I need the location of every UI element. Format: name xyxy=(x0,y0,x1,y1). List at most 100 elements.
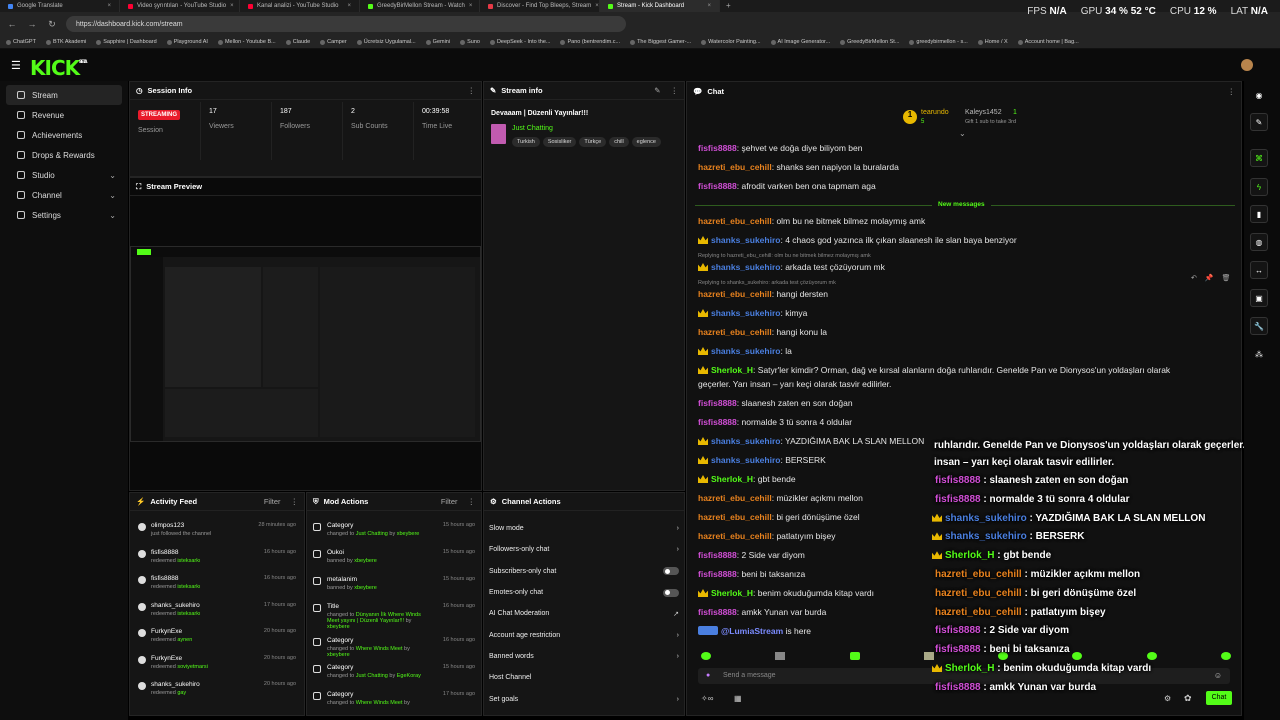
chat-username[interactable]: fisfis8888 xyxy=(698,550,737,560)
channel-action-followers-only-chat[interactable]: Followers-only chat › xyxy=(484,539,684,560)
more-icon[interactable]: ⋮ xyxy=(468,497,476,506)
chat-message[interactable]: fisfis8888: 2 Side var diyom xyxy=(698,550,805,560)
chat-message[interactable]: shanks_sukehiro: kimya xyxy=(698,308,807,318)
bookmark-item[interactable]: greedybirmellon - s... xyxy=(909,39,967,45)
bookmark-item[interactable]: Camper xyxy=(320,39,347,45)
channel-action-emotes-only-chat[interactable]: Emotes-only chat xyxy=(484,582,684,603)
close-tab-icon[interactable]: × xyxy=(707,3,711,9)
user-avatar[interactable] xyxy=(1241,59,1253,71)
activity-user[interactable]: FurkynExe xyxy=(151,655,208,662)
bookmark-item[interactable]: Pano (bentrendim.c... xyxy=(560,39,620,45)
info-icon[interactable]: ◉ xyxy=(1250,86,1268,104)
channel-action-set-goals[interactable]: Set goals › xyxy=(484,688,684,709)
edit-icon[interactable]: ✎ xyxy=(654,86,660,95)
chat-icon[interactable]: ◍ xyxy=(1250,233,1268,251)
emote-icon[interactable] xyxy=(1146,652,1157,660)
trash-icon[interactable]: ▮ xyxy=(1250,205,1268,223)
activity-user[interactable]: FurkynExe xyxy=(151,628,192,635)
chat-message[interactable]: shanks_sukehiro: 4 chaos god yazınca ilk… xyxy=(698,235,1017,245)
chat-message[interactable]: fisfis8888: slaanesh zaten en son doğan xyxy=(698,398,853,408)
bookmark-item[interactable]: Playground AI xyxy=(167,39,208,45)
pin-icon[interactable]: 📌 xyxy=(1205,274,1214,282)
chat-message[interactable]: hazreti_ebu_cehill: hangi dersten xyxy=(698,289,828,299)
bookmark-item[interactable]: ChatGPT xyxy=(6,39,36,45)
chat-username[interactable]: @LumiaStream xyxy=(721,626,783,636)
chat-message[interactable]: fisfis8888: şehvet ve doğa diye biliyom … xyxy=(698,143,862,153)
bookmark-item[interactable]: DeepSeek - Into the... xyxy=(490,39,551,45)
sidebar-item-channel[interactable]: Channel ⌄ xyxy=(6,185,122,205)
preview-video[interactable] xyxy=(130,246,481,442)
delete-icon[interactable]: 🗑 xyxy=(1222,274,1231,282)
send-chat-button[interactable]: Chat xyxy=(1206,691,1232,705)
chat-message[interactable]: hazreti_ebu_cehill: hangi konu la xyxy=(698,327,827,337)
chat-username[interactable]: fisfis8888 xyxy=(698,607,737,617)
chat-message[interactable]: hazreti_ebu_cehill: shanks sen napiyon l… xyxy=(698,162,899,172)
bookmark-item[interactable]: Sapphire | Dashboard xyxy=(96,39,156,45)
chat-username[interactable]: hazreti_ebu_cehill xyxy=(698,327,772,337)
close-tab-icon[interactable]: × xyxy=(230,3,234,9)
chat-username[interactable]: shanks_sukehiro xyxy=(711,455,780,465)
extensions-icon[interactable]: ⁂ xyxy=(1250,345,1268,363)
chat-message[interactable]: shanks_sukehiro: la xyxy=(698,346,792,356)
activity-user[interactable]: fisfis8888 xyxy=(151,575,201,582)
chat-message[interactable]: shanks_sukehiro: BERSERK xyxy=(698,455,826,465)
sidebar-item-stream[interactable]: Stream xyxy=(6,85,122,105)
channel-action-banned-words[interactable]: Banned words › xyxy=(484,646,684,667)
channel-action-host-channel[interactable]: Host Channel xyxy=(484,667,684,688)
moderator-name[interactable]: xbeybere xyxy=(354,585,377,591)
chat-username[interactable]: fisfis8888 xyxy=(698,181,737,191)
wrench-icon[interactable]: 🔧 xyxy=(1250,317,1268,335)
smiley-icon[interactable]: ☺ xyxy=(1214,671,1222,680)
emote-icon[interactable] xyxy=(849,652,860,660)
browser-tab[interactable]: Kanal analizi - YouTube Studio × xyxy=(240,0,360,12)
chat-username[interactable]: shanks_sukehiro xyxy=(711,235,780,245)
new-tab-button[interactable]: + xyxy=(720,0,737,12)
bookmark-item[interactable]: Home / X xyxy=(978,39,1008,45)
moderator-name[interactable]: xbeybere xyxy=(354,558,377,564)
chat-username[interactable]: Sherlok_H xyxy=(711,474,753,484)
reload-icon[interactable]: ↻ xyxy=(46,19,58,30)
bookmark-item[interactable]: The Biggest Gamer-... xyxy=(630,39,691,45)
sidebar-item-revenue[interactable]: Revenue xyxy=(6,105,122,125)
pinned-user[interactable]: tearundo xyxy=(921,109,949,116)
collapse-icon[interactable]: ⌄ xyxy=(959,129,966,138)
filter-button[interactable]: Filter xyxy=(264,497,281,506)
chat-message[interactable]: fisfis8888: amkk Yunan var burda xyxy=(698,607,826,617)
chat-username[interactable]: fisfis8888 xyxy=(698,417,737,427)
bookmark-item[interactable]: AI Image Generator... xyxy=(771,39,831,45)
sidebar-item-settings[interactable]: Settings ⌄ xyxy=(6,205,122,225)
chat-username[interactable]: shanks_sukehiro xyxy=(711,436,780,446)
box-icon[interactable]: ▣ xyxy=(1250,289,1268,307)
settings-icon[interactable]: ⚙ xyxy=(1164,694,1171,703)
edit-icon[interactable]: ✎ xyxy=(1250,113,1268,131)
chat-username[interactable]: hazreti_ebu_cehill xyxy=(698,493,772,503)
activity-user[interactable]: fisfis8888 xyxy=(151,549,201,556)
more-icon[interactable]: ⋮ xyxy=(468,86,476,95)
emote-icon[interactable] xyxy=(701,652,711,660)
bookmark-item[interactable]: Ücretsiz Uygulamal... xyxy=(357,39,416,45)
activity-user[interactable]: olimpos123 xyxy=(151,522,211,529)
browser-tab[interactable]: Discover - Find Top Bleeps, Stream × xyxy=(480,0,600,12)
hamburger-menu-icon[interactable]: ☰ xyxy=(11,59,21,72)
browser-tab[interactable]: Stream - Kick Dashboard × xyxy=(600,0,720,12)
chat-message[interactable]: Sherlok_H: Satyr'ler kimdir? Orman, dağ … xyxy=(698,365,1170,375)
chat-username[interactable]: hazreti_ebu_cehill xyxy=(698,216,772,226)
link-icon[interactable]: ↔ xyxy=(1250,261,1268,279)
activity-user[interactable]: shanks_sukehiro xyxy=(151,681,200,688)
sidebar-item-drops-rewards[interactable]: Drops & Rewards xyxy=(6,145,122,165)
toggle-switch[interactable] xyxy=(663,567,679,576)
emote-menu-icon[interactable]: ✿ xyxy=(1184,693,1192,704)
bookmark-item[interactable]: Claude xyxy=(286,39,310,45)
emote-icon[interactable] xyxy=(1072,652,1083,660)
channel-action-account-age-restriction[interactable]: Account age restriction › xyxy=(484,624,684,645)
chat-message[interactable]: hazreti_ebu_cehill: patlatıyım bişey xyxy=(698,531,836,541)
activity-user[interactable]: shanks_sukehiro xyxy=(151,602,201,609)
chat-username[interactable]: fisfis8888 xyxy=(698,143,737,153)
channel-action-subscribers-only-chat[interactable]: Subscribers-only chat xyxy=(484,561,684,582)
kick-logo[interactable]: KICKBETA xyxy=(30,56,87,80)
chat-message[interactable]: Sherlok_H: benim okuduğumda kitap vardı xyxy=(698,588,874,598)
category-name[interactable]: Just Chatting xyxy=(512,125,553,132)
lightning-icon[interactable]: ϟ xyxy=(1250,178,1268,196)
chat-username[interactable]: hazreti_ebu_cehill xyxy=(698,512,772,522)
chat-message[interactable]: @LumiaStream is here xyxy=(698,626,811,636)
